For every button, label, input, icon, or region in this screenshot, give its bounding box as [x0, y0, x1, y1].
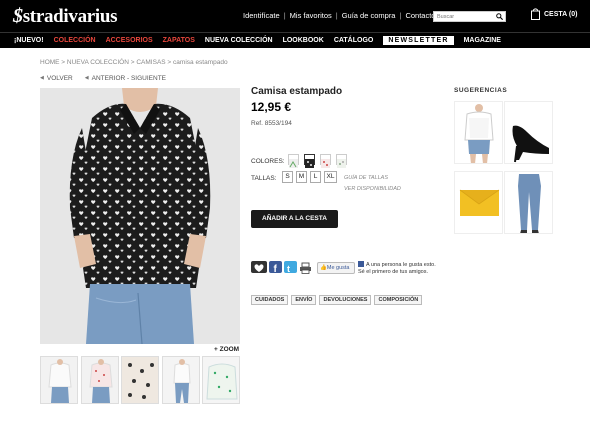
- thumbnail[interactable]: [40, 356, 78, 404]
- suggestion-image: [455, 172, 502, 233]
- link-contact[interactable]: Contacto: [405, 11, 435, 20]
- breadcrumb-current: camisa estampado: [173, 59, 228, 66]
- suggestions-title: SUGERENCIAS: [454, 87, 508, 94]
- facebook-like-button[interactable]: 👍Me gusta: [317, 262, 355, 274]
- color-swatch[interactable]: [288, 154, 299, 168]
- top-bar: $stradivarius Identifícate | Mis favorito…: [0, 0, 590, 32]
- suggestion-item[interactable]: [504, 171, 553, 234]
- suggestion-image: [505, 172, 552, 233]
- thumbnail-strip: [40, 356, 243, 404]
- main-nav: ¡NUEVO! COLECCIÓN ACCESORIOS ZAPATOS NUE…: [0, 32, 590, 48]
- suggestion-item[interactable]: [454, 171, 503, 234]
- shopping-bag-icon: [531, 8, 540, 20]
- suggestion-image: [455, 102, 502, 163]
- size-guide-link[interactable]: GUÍA DE TALLAS: [344, 175, 388, 181]
- tab-composition[interactable]: COMPOSICIÓN: [374, 295, 423, 305]
- sizes-label: TALLAS:: [251, 175, 277, 182]
- availability-link[interactable]: VER DISPONIBILIDAD: [344, 186, 401, 192]
- logo[interactable]: $stradivarius: [13, 5, 118, 28]
- breadcrumb-shirts[interactable]: CAMISAS: [136, 59, 165, 66]
- nav-new[interactable]: ¡NUEVO!: [14, 37, 44, 45]
- color-swatch-selected[interactable]: [304, 154, 315, 168]
- size-xl[interactable]: XL: [324, 171, 337, 183]
- thumbnail[interactable]: [202, 356, 240, 404]
- suggestion-image: [505, 102, 552, 163]
- svg-text:f: f: [274, 264, 278, 274]
- svg-text:t: t: [287, 264, 290, 274]
- nav-accessories[interactable]: ACCESORIOS: [106, 37, 153, 45]
- thumbs-up-icon: 👍: [320, 265, 327, 271]
- tab-shipping[interactable]: ENVÍO: [291, 295, 317, 305]
- top-links: Identifícate | Mis favoritos | Guía de com…: [243, 11, 436, 20]
- thumbnail[interactable]: [161, 356, 200, 404]
- link-favorites[interactable]: Mis favoritos: [290, 11, 332, 20]
- favorite-heart-icon[interactable]: [251, 261, 267, 273]
- tab-returns[interactable]: DEVOLUCIONES: [319, 295, 372, 305]
- nav-magazine[interactable]: MAGAZINE: [464, 37, 501, 45]
- size-selector: S M L XL: [282, 171, 340, 183]
- prev-next-link[interactable]: ANTERIOR - SIGUIENTE: [92, 75, 166, 82]
- search-icon[interactable]: [496, 13, 503, 20]
- color-swatch[interactable]: [320, 154, 331, 168]
- color-swatches: [288, 154, 352, 168]
- product-main-image[interactable]: [40, 88, 240, 344]
- arrow-left-icon: ◀: [40, 75, 44, 81]
- product-ref: Ref. 8553/194: [251, 120, 292, 127]
- size-m[interactable]: M: [296, 171, 307, 183]
- print-icon[interactable]: [299, 261, 312, 274]
- facebook-icon[interactable]: f: [269, 261, 282, 275]
- size-s[interactable]: S: [282, 171, 293, 183]
- breadcrumb: HOME > NUEVA COLECCIÓN > CAMISAS > camis…: [40, 59, 228, 66]
- back-nav: ◀ VOLVER ◀ ANTERIOR - SIGUIENTE: [40, 75, 178, 82]
- cart-button[interactable]: CESTA (0): [531, 8, 577, 20]
- nav-lookbook[interactable]: LOOKBOOK: [283, 37, 324, 45]
- link-login[interactable]: Identifícate: [243, 11, 280, 20]
- cart-label: CESTA (0): [544, 10, 578, 18]
- size-l[interactable]: L: [310, 171, 321, 183]
- nav-new-collection[interactable]: NUEVA COLECCIÓN: [205, 37, 273, 45]
- nav-collection[interactable]: COLECCIÓN: [54, 37, 96, 45]
- back-link[interactable]: VOLVER: [47, 75, 73, 82]
- color-swatch[interactable]: [336, 154, 347, 168]
- model-photo: [40, 88, 240, 344]
- suggestion-item[interactable]: [454, 101, 503, 164]
- twitter-icon[interactable]: t: [284, 261, 297, 274]
- tab-care[interactable]: CUIDADOS: [251, 295, 289, 305]
- breadcrumb-new-collection[interactable]: NUEVA COLECCIÓN: [67, 59, 129, 66]
- thumbnail[interactable]: [121, 356, 159, 404]
- product-title: Camisa estampado: [251, 86, 343, 97]
- product-price: 12,95 €: [251, 100, 292, 114]
- add-to-cart-button[interactable]: AÑADIR A LA CESTA: [251, 210, 338, 228]
- search-box: [433, 11, 506, 22]
- social-share: f t: [251, 261, 314, 275]
- info-tabs: CUIDADOS ENVÍO DEVOLUCIONES COMPOSICIÓN: [251, 295, 425, 305]
- arrow-left-icon: ◀: [84, 75, 89, 81]
- nav-shoes[interactable]: ZAPATOS: [163, 37, 195, 45]
- colors-label: COLORES:: [251, 158, 285, 165]
- breadcrumb-home[interactable]: HOME: [40, 59, 60, 66]
- nav-catalog[interactable]: CATÁLOGO: [334, 37, 374, 45]
- thumbnail[interactable]: [80, 356, 119, 404]
- link-shopping-guide[interactable]: Guía de compra: [342, 11, 396, 20]
- facebook-mini-icon: [358, 261, 364, 267]
- search-input[interactable]: [434, 12, 494, 21]
- nav-newsletter[interactable]: NEWSLETTER: [383, 36, 454, 45]
- facebook-like-text: A una persona le gusta esto. Sé el prime…: [358, 261, 436, 275]
- zoom-button[interactable]: + ZOOM: [214, 346, 239, 353]
- suggestion-item[interactable]: [504, 101, 553, 164]
